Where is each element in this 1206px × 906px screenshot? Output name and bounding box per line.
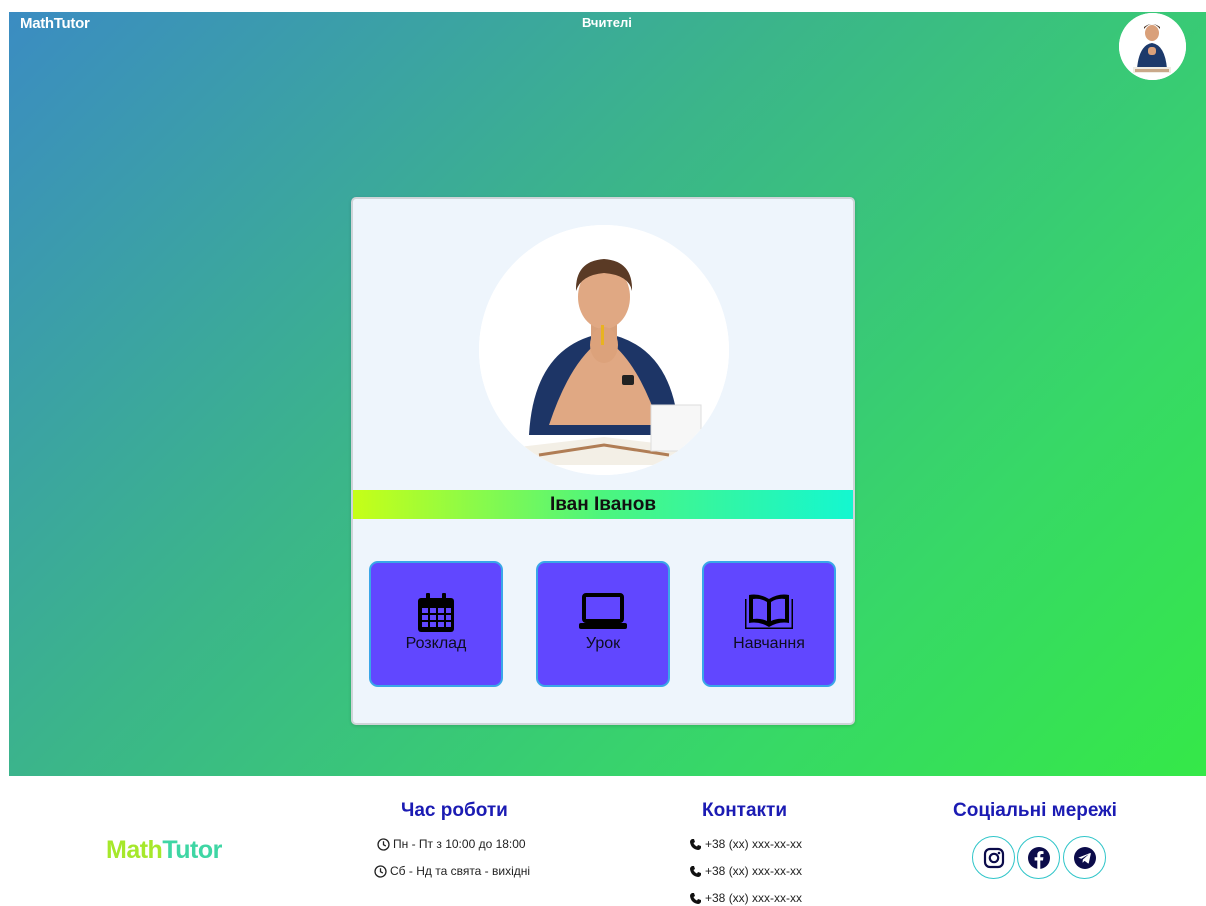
facebook-button[interactable] (1017, 836, 1060, 879)
hero-section: MathTutor Вчителі Іван Іванов Розклад Ур… (9, 12, 1206, 776)
laptop-icon (579, 593, 627, 629)
instagram-icon (983, 847, 1004, 868)
header-logo[interactable]: MathTutor (20, 15, 90, 32)
phone-icon (690, 865, 701, 877)
telegram-icon (1073, 846, 1096, 869)
teacher-card: Іван Іванов Розклад Урок Навчання (351, 197, 855, 725)
learning-tile[interactable]: Навчання (702, 561, 836, 687)
footer: MathTutor Час роботи Пн - Пт з 10:00 до … (0, 776, 1206, 906)
lesson-tile[interactable]: Урок (536, 561, 670, 687)
contacts-title: Контакти (702, 800, 788, 821)
instagram-button[interactable] (972, 836, 1015, 879)
clock-icon (374, 864, 387, 878)
telegram-button[interactable] (1063, 836, 1106, 879)
schedule-label: Розклад (405, 635, 467, 652)
schedule-tile[interactable]: Розклад (369, 561, 503, 687)
hours-title: Час роботи (401, 800, 508, 821)
teacher-name: Іван Іванов (353, 490, 853, 519)
contact-phone[interactable]: +38 (xx) xxx-xx-xx (689, 837, 802, 851)
clock-icon (377, 837, 390, 851)
calendar-icon (418, 593, 454, 632)
phone-icon (690, 892, 701, 904)
action-tiles: Розклад Урок Навчання (369, 561, 839, 687)
facebook-icon (1027, 846, 1050, 869)
learning-label: Навчання (733, 635, 805, 652)
phone-icon (690, 838, 701, 850)
user-avatar[interactable] (1119, 13, 1186, 80)
contact-phone[interactable]: +38 (xx) xxx-xx-xx (689, 891, 802, 905)
hours-line-weekend: Сб - Нд та свята - вихідні (374, 864, 530, 878)
contact-phone[interactable]: +38 (xx) xxx-xx-xx (689, 864, 802, 878)
nav-teachers-link[interactable]: Вчителі (582, 15, 632, 30)
footer-logo[interactable]: MathTutor (106, 836, 222, 865)
teacher-photo (479, 225, 729, 475)
social-title: Соціальні мережі (953, 800, 1117, 821)
hours-line-weekdays: Пн - Пт з 10:00 до 18:00 (377, 837, 526, 851)
book-icon (745, 594, 793, 629)
lesson-label: Урок (585, 635, 621, 652)
